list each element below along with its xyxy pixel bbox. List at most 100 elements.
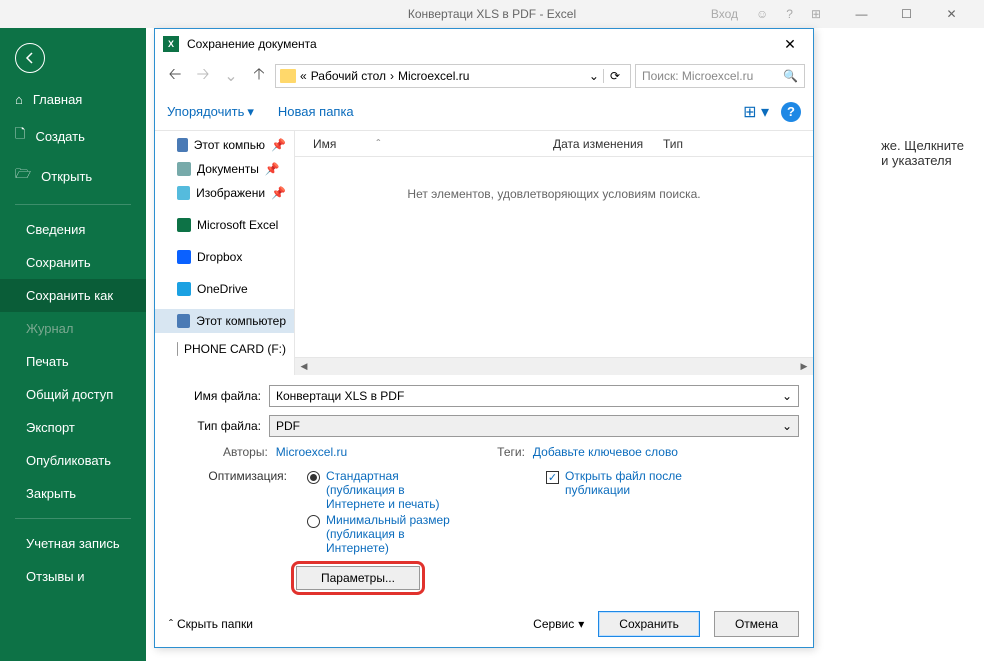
dialog-footer: ˆСкрыть папки Сервис▾ Сохранить Отмена xyxy=(155,601,813,647)
tree-item[interactable]: Microsoft Excel xyxy=(155,213,294,237)
options-icon[interactable]: ⊞ xyxy=(811,7,821,21)
sidebar-item-account[interactable]: Учетная запись xyxy=(0,527,146,560)
maximize-button[interactable]: ☐ xyxy=(884,0,929,28)
arrow-left-icon xyxy=(23,51,37,65)
help-button[interactable]: ? xyxy=(781,102,801,122)
service-dropdown[interactable]: Сервис▾ xyxy=(533,617,584,631)
filename-label: Имя файла: xyxy=(169,389,269,403)
empty-message: Нет элементов, удовлетворяющих условиям … xyxy=(295,157,813,357)
folder-icon xyxy=(280,69,296,83)
authors-label: Авторы: xyxy=(223,445,268,459)
chevron-down-icon[interactable]: ⌄ xyxy=(782,419,792,433)
breadcrumb-seg[interactable]: Рабочий стол xyxy=(311,69,386,83)
dialog-toolbar: Упорядочить▾ Новая папка ⊞ ▾ ? xyxy=(155,93,813,131)
filetype-label: Тип файла: xyxy=(169,419,269,433)
excel-icon xyxy=(177,218,191,232)
save-dialog: X Сохранение документа ✕ 🡠 🡢 ⌄ 🡡 « Рабоч… xyxy=(154,28,814,648)
back-button[interactable] xyxy=(15,43,45,73)
tree-item[interactable]: PHONE CARD (F:) xyxy=(155,337,294,361)
dialog-close-button[interactable]: ✕ xyxy=(775,36,805,53)
minimize-button[interactable]: — xyxy=(839,0,884,28)
parameters-highlight: Параметры... xyxy=(291,561,425,595)
newfolder-button[interactable]: Новая папка xyxy=(278,104,354,119)
scroll-left[interactable]: ◀ xyxy=(295,358,313,375)
search-input[interactable]: Поиск: Microexcel.ru 🔍 xyxy=(635,64,805,88)
sidebar-item-share[interactable]: Общий доступ xyxy=(0,378,146,411)
hide-folders-button[interactable]: ˆСкрыть папки xyxy=(169,617,253,631)
radio-standard[interactable]: Стандартная (публикация в Интернете и пе… xyxy=(307,469,466,511)
onedrive-icon xyxy=(177,282,191,296)
tree-item[interactable]: Изображени 📌 xyxy=(155,181,294,205)
separator xyxy=(15,204,131,205)
file-list-header[interactable]: Имяˆ Дата изменения Тип xyxy=(295,131,813,157)
save-button[interactable]: Сохранить xyxy=(598,611,700,637)
app-titlebar: Конвертаци XLS в PDF - Excel Вход ☺ ? ⊞ … xyxy=(0,0,984,28)
h-scrollbar[interactable]: ◀ ▶ xyxy=(295,357,813,375)
sort-icon: ˆ xyxy=(376,137,380,151)
file-list: Имяˆ Дата изменения Тип Нет элементов, у… xyxy=(295,131,813,375)
nav-up-button[interactable]: 🡡 xyxy=(247,64,271,88)
tags-value[interactable]: Добавьте ключевое слово xyxy=(533,445,678,459)
new-icon: 🗋 xyxy=(15,125,25,147)
breadcrumb[interactable]: « Рабочий стол › Microexcel.ru ⌄ ⟳ xyxy=(275,64,631,88)
face-icon: ☺ xyxy=(756,7,768,21)
view-button[interactable]: ⊞ ▾ xyxy=(743,102,769,122)
chevron-down-icon[interactable]: ⌄ xyxy=(589,69,599,83)
doc-icon xyxy=(177,162,191,176)
tree-item[interactable]: Документы 📌 xyxy=(155,157,294,181)
close-button[interactable]: ✕ xyxy=(929,0,974,28)
optimization-label: Оптимизация: xyxy=(197,469,287,555)
sidebar-item-publish[interactable]: Опубликовать xyxy=(0,444,146,477)
radio-icon xyxy=(307,471,320,484)
help2-icon: ? xyxy=(786,7,793,21)
sidebar-item-feedback[interactable]: Отзывы и xyxy=(0,560,146,593)
sidebar-item-home[interactable]: ⌂Главная xyxy=(0,83,146,116)
dialog-titlebar: X Сохранение документа ✕ xyxy=(155,29,813,59)
authors-value[interactable]: Microexcel.ru xyxy=(276,445,347,459)
background-text: же. Щелкнитеи указателя xyxy=(881,138,964,168)
filename-input[interactable]: Конвертаци XLS в PDF⌄ xyxy=(269,385,799,407)
sidebar-item-history: Журнал xyxy=(0,312,146,345)
filetype-select[interactable]: PDF⌄ xyxy=(269,415,799,437)
checkbox-icon: ✓ xyxy=(546,471,559,484)
chevron-up-icon: ˆ xyxy=(169,617,173,631)
sidebar-item-print[interactable]: Печать xyxy=(0,345,146,378)
open-icon: 🗁 xyxy=(15,165,31,187)
nav-back-button[interactable]: 🡠 xyxy=(163,64,187,88)
sidebar-item-export[interactable]: Экспорт xyxy=(0,411,146,444)
folder-tree[interactable]: Этот компью 📌 Документы 📌 Изображени 📌 M… xyxy=(155,131,295,375)
organize-button[interactable]: Упорядочить▾ xyxy=(167,104,254,120)
sidebar-item-new[interactable]: 🗋Создать xyxy=(0,116,146,156)
drive-icon xyxy=(177,342,178,356)
pc-icon xyxy=(177,314,190,328)
tree-item[interactable]: OneDrive xyxy=(155,277,294,301)
sidebar-item-save[interactable]: Сохранить xyxy=(0,246,146,279)
tree-item[interactable]: Этот компью 📌 xyxy=(155,133,294,157)
backstage-sidebar: ⌂Главная 🗋Создать 🗁Открыть Сведения Сохр… xyxy=(0,28,146,661)
tree-item[interactable]: Dropbox xyxy=(155,245,294,269)
parameters-button[interactable]: Параметры... xyxy=(296,566,420,590)
separator xyxy=(15,518,131,519)
chevron-down-icon: ▾ xyxy=(578,617,584,631)
sidebar-item-saveas[interactable]: Сохранить как xyxy=(0,279,146,312)
breadcrumb-seg[interactable]: Microexcel.ru xyxy=(398,69,469,83)
refresh-button[interactable]: ⟳ xyxy=(603,69,626,83)
sidebar-item-info[interactable]: Сведения xyxy=(0,213,146,246)
dropbox-icon xyxy=(177,250,191,264)
sidebar-item-close[interactable]: Закрыть xyxy=(0,477,146,510)
open-after-checkbox[interactable]: ✓Открыть файл после публикации xyxy=(546,469,725,497)
nav-recent-button[interactable]: ⌄ xyxy=(219,64,243,88)
pc-icon xyxy=(177,138,188,152)
nav-forward-button: 🡢 xyxy=(191,64,215,88)
tree-item[interactable]: Этот компьютер xyxy=(155,309,294,333)
chevron-down-icon[interactable]: ⌄ xyxy=(782,389,792,403)
tags-label: Теги: xyxy=(497,445,525,459)
radio-minimum[interactable]: Минимальный размер (публикация в Интерне… xyxy=(307,513,466,555)
radio-icon xyxy=(307,515,320,528)
chevron-down-icon: ▾ xyxy=(247,104,254,120)
login-link[interactable]: Вход xyxy=(711,7,738,21)
sidebar-item-open[interactable]: 🗁Открыть xyxy=(0,156,146,196)
scroll-right[interactable]: ▶ xyxy=(795,358,813,375)
cancel-button[interactable]: Отмена xyxy=(714,611,799,637)
app-title: Конвертаци XLS в PDF - Excel xyxy=(408,7,576,21)
